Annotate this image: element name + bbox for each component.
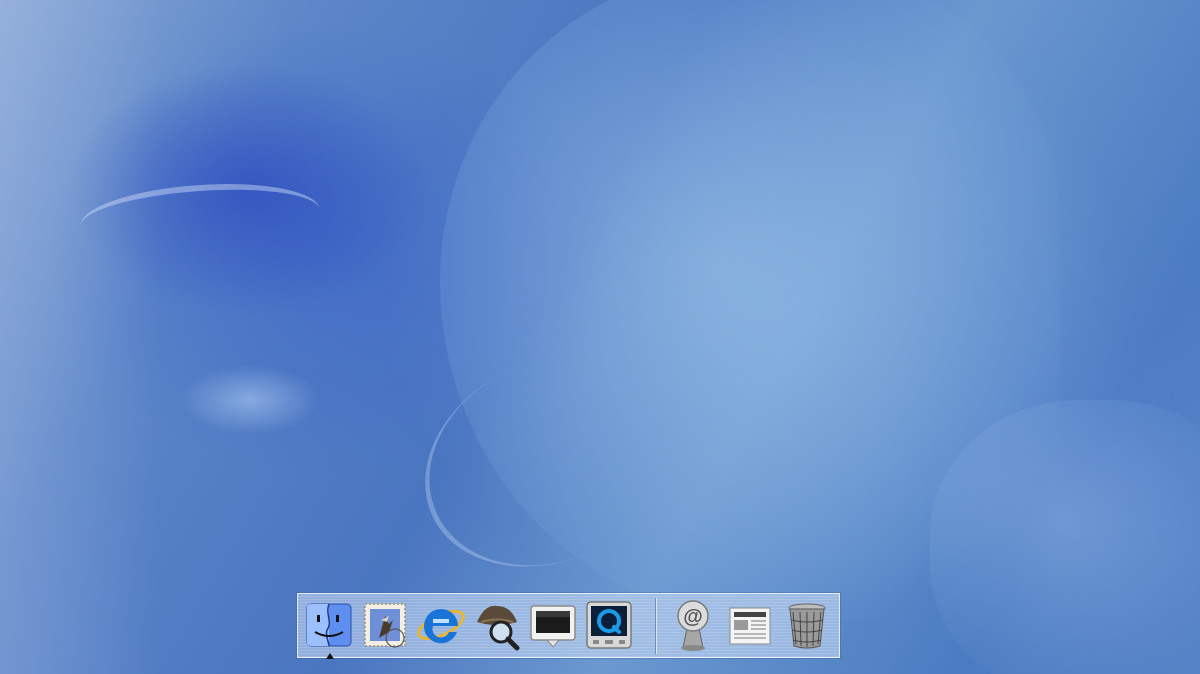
running-indicator xyxy=(326,653,334,659)
trash-icon xyxy=(788,603,826,649)
wallpaper-shape xyxy=(440,0,1060,620)
wallpaper-shape xyxy=(77,176,323,260)
system-preferences-icon xyxy=(530,605,576,648)
svg-text:@: @ xyxy=(683,606,703,628)
dock-item-newspaper[interactable] xyxy=(724,598,776,652)
at-sign-icon: @ xyxy=(677,600,709,651)
dock-item-at-sign[interactable]: @ xyxy=(667,598,719,652)
desktop-background[interactable] xyxy=(0,0,1200,674)
dock-item-sherlock[interactable] xyxy=(471,598,523,652)
dock-item-trash[interactable] xyxy=(781,598,833,652)
dock-item-internet-explorer[interactable] xyxy=(415,598,467,652)
dock-item-quicktime[interactable] xyxy=(583,598,635,652)
quicktime-icon xyxy=(586,601,632,649)
wallpaper-shape xyxy=(930,400,1200,674)
dock-item-mail[interactable] xyxy=(359,598,411,652)
dock-item-system-preferences[interactable] xyxy=(527,598,579,652)
dock-divider xyxy=(655,598,656,654)
mail-stamp-icon xyxy=(364,603,406,648)
dock: @ xyxy=(297,593,840,659)
finder-icon xyxy=(306,603,352,647)
internet-explorer-icon xyxy=(417,609,465,644)
newspaper-icon xyxy=(729,607,771,645)
sherlock-icon xyxy=(477,605,520,651)
wallpaper-shape xyxy=(390,313,715,607)
dock-item-finder[interactable] xyxy=(303,598,355,659)
wallpaper-shape xyxy=(0,0,160,674)
wallpaper-shape xyxy=(180,365,320,435)
